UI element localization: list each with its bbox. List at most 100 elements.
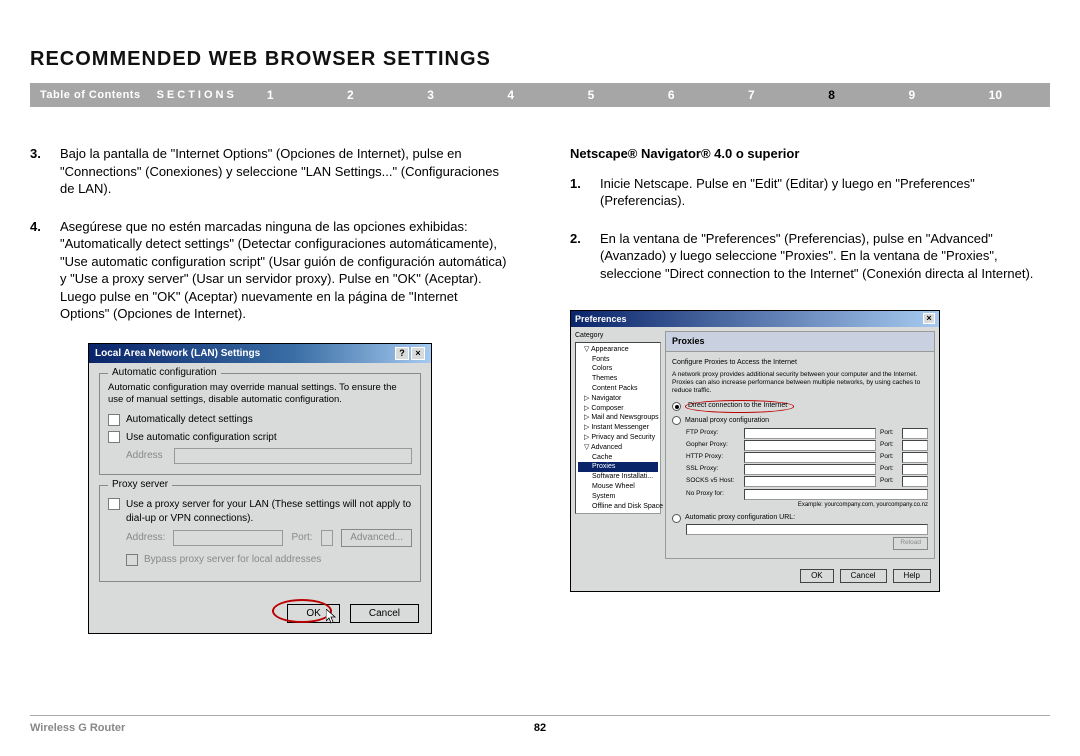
tree-item[interactable]: Themes xyxy=(578,374,658,384)
proxy-port-input[interactable] xyxy=(902,440,928,451)
ok-button-label: OK xyxy=(306,608,320,619)
netscape-heading: Netscape® Navigator® 4.0 o superior xyxy=(570,145,1050,163)
proxy-field-input[interactable] xyxy=(744,428,876,439)
direct-highlight-circle: Direct connection to the Internet xyxy=(685,400,794,412)
nav-toc[interactable]: Table of Contents xyxy=(30,89,157,101)
para-text-2: En la ventana de "Preferences" (Preferen… xyxy=(600,230,1050,283)
tree-item[interactable]: Proxies xyxy=(578,462,658,472)
page-title: RECOMMENDED WEB BROWSER SETTINGS xyxy=(30,48,1050,71)
tree-item[interactable]: Offline and Disk Space xyxy=(578,502,658,512)
help-icon[interactable]: ? xyxy=(395,347,409,360)
tree-item[interactable]: ▷ Mail and Newsgroups xyxy=(578,413,658,423)
ns-title-text: Preferences xyxy=(575,313,627,325)
proxy-fields: FTP Proxy:Port: Gopher Proxy: Port: HTTP Pr… xyxy=(686,428,928,487)
proxy-field-input[interactable] xyxy=(744,476,876,487)
proxy-field-label: HTTP Proxy: xyxy=(686,453,740,462)
address-input[interactable] xyxy=(174,448,412,464)
tree-item[interactable]: ▷ Privacy and Security xyxy=(578,433,658,443)
nav-section-5[interactable]: 5 xyxy=(588,88,595,102)
ok-highlight-circle xyxy=(272,599,332,623)
close-icon[interactable]: × xyxy=(411,347,425,360)
cancel-button[interactable]: Cancel xyxy=(350,604,419,624)
nav-section-8[interactable]: 8 xyxy=(828,88,835,102)
nav-section-3[interactable]: 3 xyxy=(427,88,434,102)
auto-script-label: Use automatic configuration script xyxy=(126,431,277,445)
direct-connection-radio[interactable] xyxy=(672,402,681,411)
proxy-port-input[interactable] xyxy=(902,464,928,475)
nav-section-2[interactable]: 2 xyxy=(347,88,354,102)
tree-item[interactable]: Content Packs xyxy=(578,384,658,394)
proxy-field-label: Gopher Proxy: xyxy=(686,441,740,450)
close-icon[interactable]: × xyxy=(923,313,935,324)
proxy-field-input[interactable] xyxy=(744,440,876,451)
ok-button[interactable]: OK xyxy=(287,604,339,624)
proxy-row: SSL Proxy:Port: xyxy=(686,464,928,475)
proxy-row: FTP Proxy:Port: xyxy=(686,428,928,439)
reload-button[interactable]: Reload xyxy=(893,537,928,550)
proxies-desc: Configure Proxies to Access the Internet xyxy=(672,358,928,367)
ns-ok-button[interactable]: OK xyxy=(800,569,834,584)
para-num-3: 3. xyxy=(30,145,60,198)
proxy-field-input[interactable] xyxy=(744,464,876,475)
tree-item[interactable]: ▷ Composer xyxy=(578,404,658,414)
category-label: Category xyxy=(575,331,661,340)
tree-item[interactable]: Fonts xyxy=(578,355,658,365)
proxy-port-input[interactable] xyxy=(902,428,928,439)
category-tree[interactable]: ▽ AppearanceFontsColorsThemesContent Pac… xyxy=(575,342,661,515)
tree-item[interactable]: Cache xyxy=(578,453,658,463)
auto-detect-checkbox[interactable] xyxy=(108,414,120,426)
footer-page-number: 82 xyxy=(534,722,546,734)
manual-proxy-radio[interactable] xyxy=(672,416,681,425)
tree-item[interactable]: ▷ Navigator xyxy=(578,394,658,404)
proxy-address-input[interactable] xyxy=(173,530,283,546)
proxy-port-input[interactable] xyxy=(321,530,334,546)
page-footer: Wireless G Router 82 xyxy=(30,715,1050,734)
proxy-port-label: Port: xyxy=(291,531,312,545)
advanced-button[interactable]: Advanced... xyxy=(341,529,412,547)
nav-section-10[interactable]: 10 xyxy=(989,88,1002,102)
para-num-2: 2. xyxy=(570,230,600,283)
proxy-port-input[interactable] xyxy=(902,476,928,487)
bypass-label: Bypass proxy server for local addresses xyxy=(144,553,321,567)
nav-section-1[interactable]: 1 xyxy=(267,88,274,102)
noproxy-input[interactable] xyxy=(744,489,928,500)
para-text-1: Inicie Netscape. Pulse en "Edit" (Editar… xyxy=(600,175,1050,210)
auto-script-checkbox[interactable] xyxy=(108,431,120,443)
nav-section-4[interactable]: 4 xyxy=(507,88,514,102)
nav-bar: Table of Contents SECTIONS 12345678910 xyxy=(30,83,1050,107)
footer-product: Wireless G Router xyxy=(30,722,125,734)
proxy-port-label: Port: xyxy=(880,465,898,474)
proxy-port-input[interactable] xyxy=(902,452,928,463)
nav-section-7[interactable]: 7 xyxy=(748,88,755,102)
ns-cancel-button[interactable]: Cancel xyxy=(840,569,887,584)
tree-item[interactable]: Software Installati... xyxy=(578,472,658,482)
left-column: 3. Bajo la pantalla de "Internet Options… xyxy=(30,145,510,634)
use-proxy-checkbox[interactable] xyxy=(108,498,120,510)
direct-connection-label: Direct connection to the Internet xyxy=(688,402,787,409)
noproxy-label: No Proxy for: xyxy=(686,490,740,499)
para-text-3: Bajo la pantalla de "Internet Options" (… xyxy=(60,145,510,198)
proxy-port-label: Port: xyxy=(880,477,898,486)
auto-url-radio[interactable] xyxy=(672,514,681,523)
nav-section-9[interactable]: 9 xyxy=(908,88,915,102)
tree-item[interactable]: Colors xyxy=(578,364,658,374)
lan-title-text: Local Area Network (LAN) Settings xyxy=(95,347,260,361)
proxies-heading: Proxies xyxy=(665,331,935,351)
address-label: Address xyxy=(126,449,166,463)
tree-item[interactable]: Mouse Wheel xyxy=(578,482,658,492)
nav-section-6[interactable]: 6 xyxy=(668,88,675,102)
tree-item[interactable]: ▽ Advanced xyxy=(578,443,658,453)
proxies-subdesc: A network proxy provides additional secu… xyxy=(672,371,928,394)
tree-item[interactable]: ▷ Instant Messenger xyxy=(578,423,658,433)
auto-url-input[interactable] xyxy=(686,524,928,535)
bypass-checkbox[interactable] xyxy=(126,554,138,566)
proxy-field-input[interactable] xyxy=(744,452,876,463)
proxy-port-label: Port: xyxy=(880,441,898,450)
lan-titlebar: Local Area Network (LAN) Settings ? × xyxy=(89,344,431,364)
auto-config-desc: Automatic configuration may override man… xyxy=(108,382,412,405)
ns-help-button[interactable]: Help xyxy=(893,569,931,584)
ns-right-panel: Proxies Configure Proxies to Access the … xyxy=(665,331,935,558)
tree-item[interactable]: ▽ Appearance xyxy=(578,345,658,355)
tree-item[interactable]: System xyxy=(578,492,658,502)
proxy-row: Gopher Proxy: Port: xyxy=(686,440,928,451)
